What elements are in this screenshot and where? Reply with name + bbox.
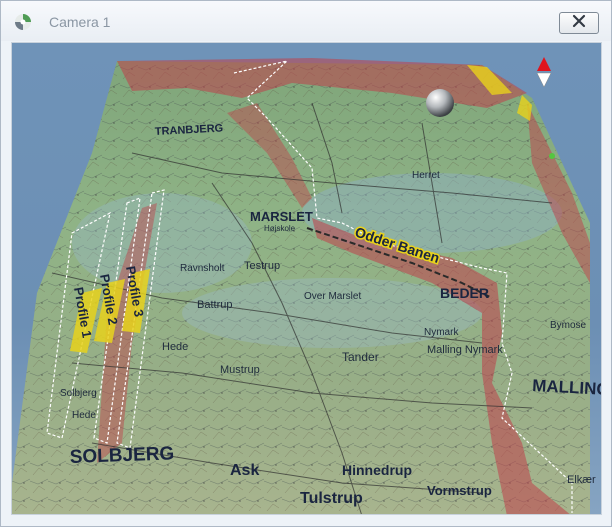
terrain-scene[interactable]: Profile 1 Profile 2 Profile 3 Odder Bane… (12, 43, 602, 515)
place-label: Over Marslet (304, 291, 361, 302)
place-label: Hede (72, 410, 96, 421)
place-label: Malling Nymark (427, 344, 503, 356)
town-label-beder: BEDER (440, 285, 489, 301)
place-label: Tander (342, 350, 379, 364)
3d-viewport[interactable]: Profile 1 Profile 2 Profile 3 Odder Bane… (11, 42, 602, 515)
title-bar[interactable]: Camera 1 (1, 1, 611, 41)
place-label: Mustrup (220, 364, 260, 376)
close-icon (571, 14, 587, 33)
place-label: Herret (412, 170, 440, 181)
town-label-ask: Ask (230, 462, 259, 479)
place-label: Bymose (550, 320, 587, 331)
place-label: Højskole (264, 224, 296, 233)
town-label-marslet: MARSLET (250, 209, 313, 224)
close-button[interactable] (559, 12, 599, 34)
camera-window: Camera 1 Profile 1 Profile 2 Profile 3 O… (0, 0, 612, 527)
north-arrow-icon[interactable] (536, 57, 552, 88)
place-label: Battrup (197, 299, 232, 311)
place-label: Hede (162, 341, 188, 353)
place-label: Nymark (424, 327, 459, 338)
app-logo-icon (13, 12, 33, 32)
place-label: Testrup (244, 260, 280, 272)
place-label: Solbjerg (60, 388, 97, 399)
town-label-vormstrup: Vormstrup (427, 483, 492, 498)
town-label-hinnedrup: Hinnedrup (342, 462, 412, 478)
sphere-marker[interactable] (426, 89, 454, 117)
town-label-tulstrup: Tulstrup (300, 490, 363, 507)
marker-dot (549, 153, 555, 159)
town-label-solbjerg: SOLBJERG (69, 443, 174, 468)
place-label: Ravnsholt (180, 263, 225, 274)
place-label: Elkær (567, 474, 596, 486)
window-title: Camera 1 (49, 14, 111, 30)
